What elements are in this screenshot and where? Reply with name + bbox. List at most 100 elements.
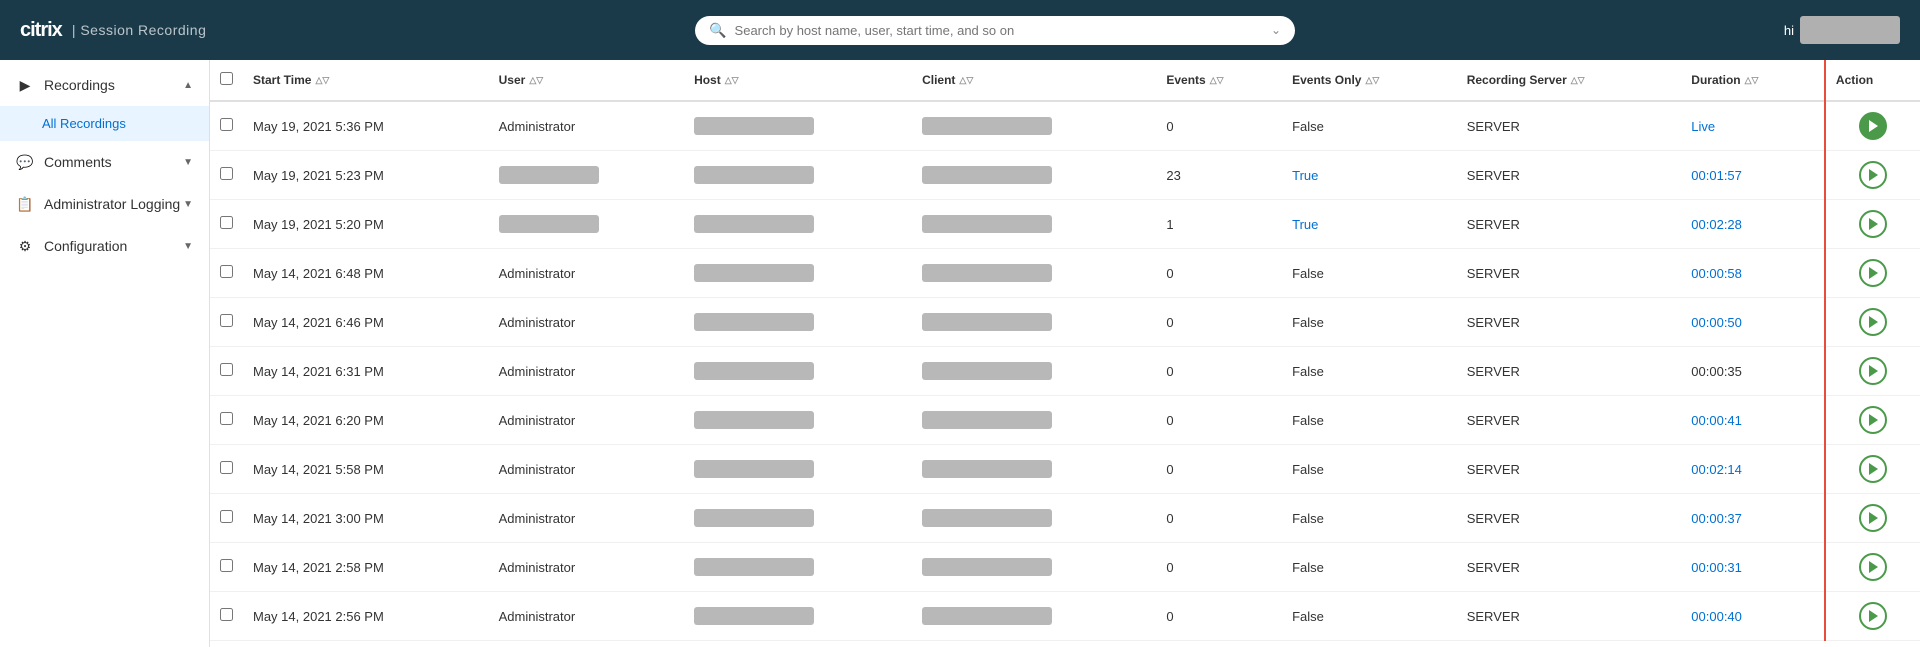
cell-events-only: False [1282,494,1457,543]
select-all-checkbox[interactable] [220,72,233,85]
play-button[interactable] [1859,357,1887,385]
cell-events-only: False [1282,396,1457,445]
row-checkbox[interactable] [220,559,233,572]
duration-link[interactable]: 00:00:31 [1691,560,1742,575]
play-button[interactable] [1859,455,1887,483]
row-checkbox[interactable] [220,118,233,131]
duration-link[interactable]: 00:02:28 [1691,217,1742,232]
row-checkbox[interactable] [220,461,233,474]
play-triangle-icon [1869,463,1878,475]
row-checkbox-cell [210,592,243,641]
play-button[interactable] [1859,308,1887,336]
cell-action [1825,249,1920,298]
cell-host [684,151,912,200]
cell-client [912,347,1156,396]
cell-action [1825,396,1920,445]
row-checkbox[interactable] [220,216,233,229]
play-triangle-icon [1869,316,1878,328]
events-only-true-link[interactable]: True [1292,217,1318,232]
cell-host [684,494,912,543]
cell-recording-server: SERVER [1457,298,1682,347]
th-events[interactable]: Events △▽ [1156,60,1282,101]
row-checkbox[interactable] [220,510,233,523]
table-row: May 14, 2021 2:56 PMAdministrator0FalseS… [210,592,1920,641]
sidebar-admin-logging-label: Administrator Logging [44,196,180,212]
cell-action [1825,298,1920,347]
row-checkbox-cell [210,151,243,200]
th-host-label: Host [694,73,721,87]
th-client[interactable]: Client △▽ [912,60,1156,101]
cell-user: Administrator [489,445,684,494]
sidebar-item-admin-logging[interactable]: 📋 Administrator Logging ▼ [0,183,209,225]
play-button[interactable] [1859,210,1887,238]
th-start-time[interactable]: Start Time △▽ [243,60,489,101]
cell-host [684,249,912,298]
play-live-button[interactable] [1859,112,1887,140]
sidebar-configuration-label: Configuration [44,238,127,254]
cell-user: Administrator [489,592,684,641]
row-checkbox[interactable] [220,363,233,376]
duration-link[interactable]: 00:00:58 [1691,266,1742,281]
row-checkbox[interactable] [220,608,233,621]
duration-link[interactable]: 00:00:41 [1691,413,1742,428]
user-placeholder [499,166,599,184]
duration-link[interactable]: 00:00:37 [1691,511,1742,526]
search-input[interactable] [735,23,1260,38]
cell-action [1825,494,1920,543]
events-only-true-link[interactable]: True [1292,168,1318,183]
table-row: May 19, 2021 5:23 PM23TrueSERVER00:01:57 [210,151,1920,200]
sort-icon-user: △▽ [529,75,543,86]
duration-live-link[interactable]: Live [1691,119,1715,134]
play-button[interactable] [1859,161,1887,189]
play-button[interactable] [1859,259,1887,287]
play-triangle-icon [1869,512,1878,524]
th-recording-server-label: Recording Server [1467,73,1567,87]
sidebar-item-configuration[interactable]: ⚙ Configuration ▼ [0,225,209,267]
row-checkbox[interactable] [220,314,233,327]
logo: citrix | Session Recording [20,19,206,42]
sidebar-item-comments[interactable]: 💬 Comments ▼ [0,141,209,183]
th-recording-server[interactable]: Recording Server △▽ [1457,60,1682,101]
row-checkbox[interactable] [220,412,233,425]
th-host[interactable]: Host △▽ [684,60,912,101]
cell-client [912,249,1156,298]
row-checkbox-cell [210,101,243,151]
cell-events-only: False [1282,101,1457,151]
sidebar-item-comments-left: 💬 Comments [16,153,112,171]
duration-link[interactable]: 00:00:50 [1691,315,1742,330]
cell-events-only: False [1282,543,1457,592]
row-checkbox-cell [210,249,243,298]
sort-icon-events-only: △▽ [1365,75,1379,86]
row-checkbox[interactable] [220,167,233,180]
th-start-time-label: Start Time [253,73,311,87]
sidebar-item-recordings[interactable]: ▶ Recordings ▲ [0,64,209,106]
play-button[interactable] [1859,602,1887,630]
recordings-table: Start Time △▽ User △▽ Host △▽ [210,60,1920,641]
cell-duration: 00:00:37 [1681,494,1825,543]
sidebar-item-all-recordings[interactable]: All Recordings [0,106,209,141]
th-events-label: Events [1166,73,1205,87]
th-events-only[interactable]: Events Only △▽ [1282,60,1457,101]
duration-link[interactable]: 00:02:14 [1691,462,1742,477]
play-button[interactable] [1859,504,1887,532]
th-action: Action [1825,60,1920,101]
table-row: May 14, 2021 6:20 PMAdministrator0FalseS… [210,396,1920,445]
cell-host [684,347,912,396]
cell-start-time: May 14, 2021 5:58 PM [243,445,489,494]
row-checkbox[interactable] [220,265,233,278]
th-duration[interactable]: Duration △▽ [1681,60,1825,101]
cell-user: Administrator [489,396,684,445]
cell-start-time: May 14, 2021 6:48 PM [243,249,489,298]
play-button[interactable] [1859,553,1887,581]
duration-link[interactable]: 00:00:40 [1691,609,1742,624]
table-row: May 19, 2021 5:20 PM1TrueSERVER00:02:28 [210,200,1920,249]
play-icon: ▶ [16,76,34,94]
th-user[interactable]: User △▽ [489,60,684,101]
cell-host [684,298,912,347]
cell-start-time: May 19, 2021 5:36 PM [243,101,489,151]
host-placeholder [694,607,814,625]
duration-link[interactable]: 00:01:57 [1691,168,1742,183]
cell-recording-server: SERVER [1457,347,1682,396]
play-button[interactable] [1859,406,1887,434]
th-checkbox [210,60,243,101]
